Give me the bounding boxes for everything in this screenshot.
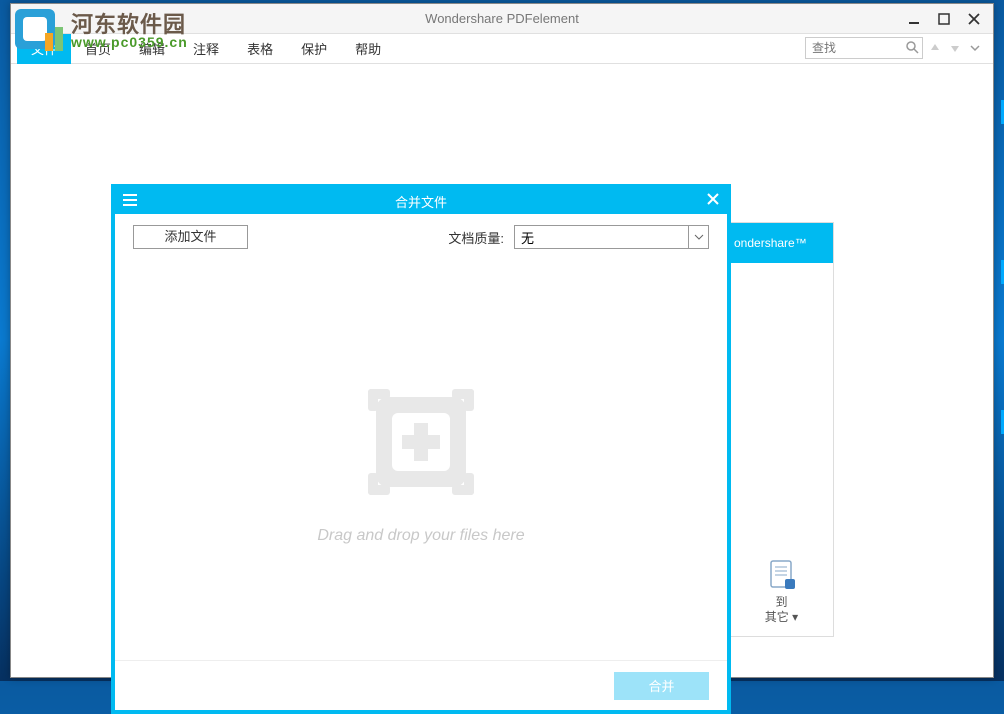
dropdown-icon[interactable]	[688, 226, 708, 248]
dialog-toolbar: 添加文件 文档质量: 无	[115, 214, 727, 260]
quality-select[interactable]: 无	[514, 225, 709, 249]
maximize-button[interactable]	[929, 5, 959, 33]
dialog-close-icon[interactable]	[707, 192, 719, 208]
add-files-icon	[356, 377, 486, 507]
dialog-title: 合并文件	[395, 192, 447, 211]
drop-hint-text: Drag and drop your files here	[317, 527, 524, 545]
drop-zone[interactable]: Drag and drop your files here	[115, 260, 727, 660]
merge-button[interactable]: 合并	[614, 672, 709, 700]
nav-down-icon[interactable]	[947, 37, 963, 59]
wondershare-brand: ondershare™	[730, 223, 833, 263]
merge-files-dialog: 合并文件 添加文件 文档质量: 无	[111, 184, 731, 714]
menu-forms[interactable]: 表格	[233, 34, 287, 64]
watermark-site-url: www.pc0359.cn	[71, 34, 188, 50]
dialog-footer: 合并	[115, 660, 727, 710]
document-icon	[767, 559, 797, 591]
menu-protect[interactable]: 保护	[287, 34, 341, 64]
hamburger-icon[interactable]	[123, 193, 137, 209]
add-file-button[interactable]: 添加文件	[133, 225, 248, 249]
to-other-label: 到 其它 ▾	[730, 595, 833, 624]
to-other-option[interactable]: 到 其它 ▾	[730, 559, 833, 624]
watermark-logo	[11, 3, 71, 55]
quality-label: 文档质量:	[448, 228, 504, 247]
menu-help[interactable]: 帮助	[341, 34, 395, 64]
minimize-button[interactable]	[899, 5, 929, 33]
app-window: 河东软件园 www.pc0359.cn Wondershare PDFeleme…	[10, 3, 994, 678]
nav-more-icon[interactable]	[967, 37, 983, 59]
search-icon[interactable]	[906, 41, 919, 57]
close-button[interactable]	[959, 5, 989, 33]
content-area: ondershare™ 到 其它 ▾ 合并文件	[11, 64, 993, 677]
quality-value: 无	[521, 228, 534, 247]
nav-up-icon[interactable]	[927, 37, 943, 59]
dialog-header[interactable]: 合并文件	[115, 188, 727, 214]
background-convert-panel: ondershare™ 到 其它 ▾	[729, 222, 834, 637]
